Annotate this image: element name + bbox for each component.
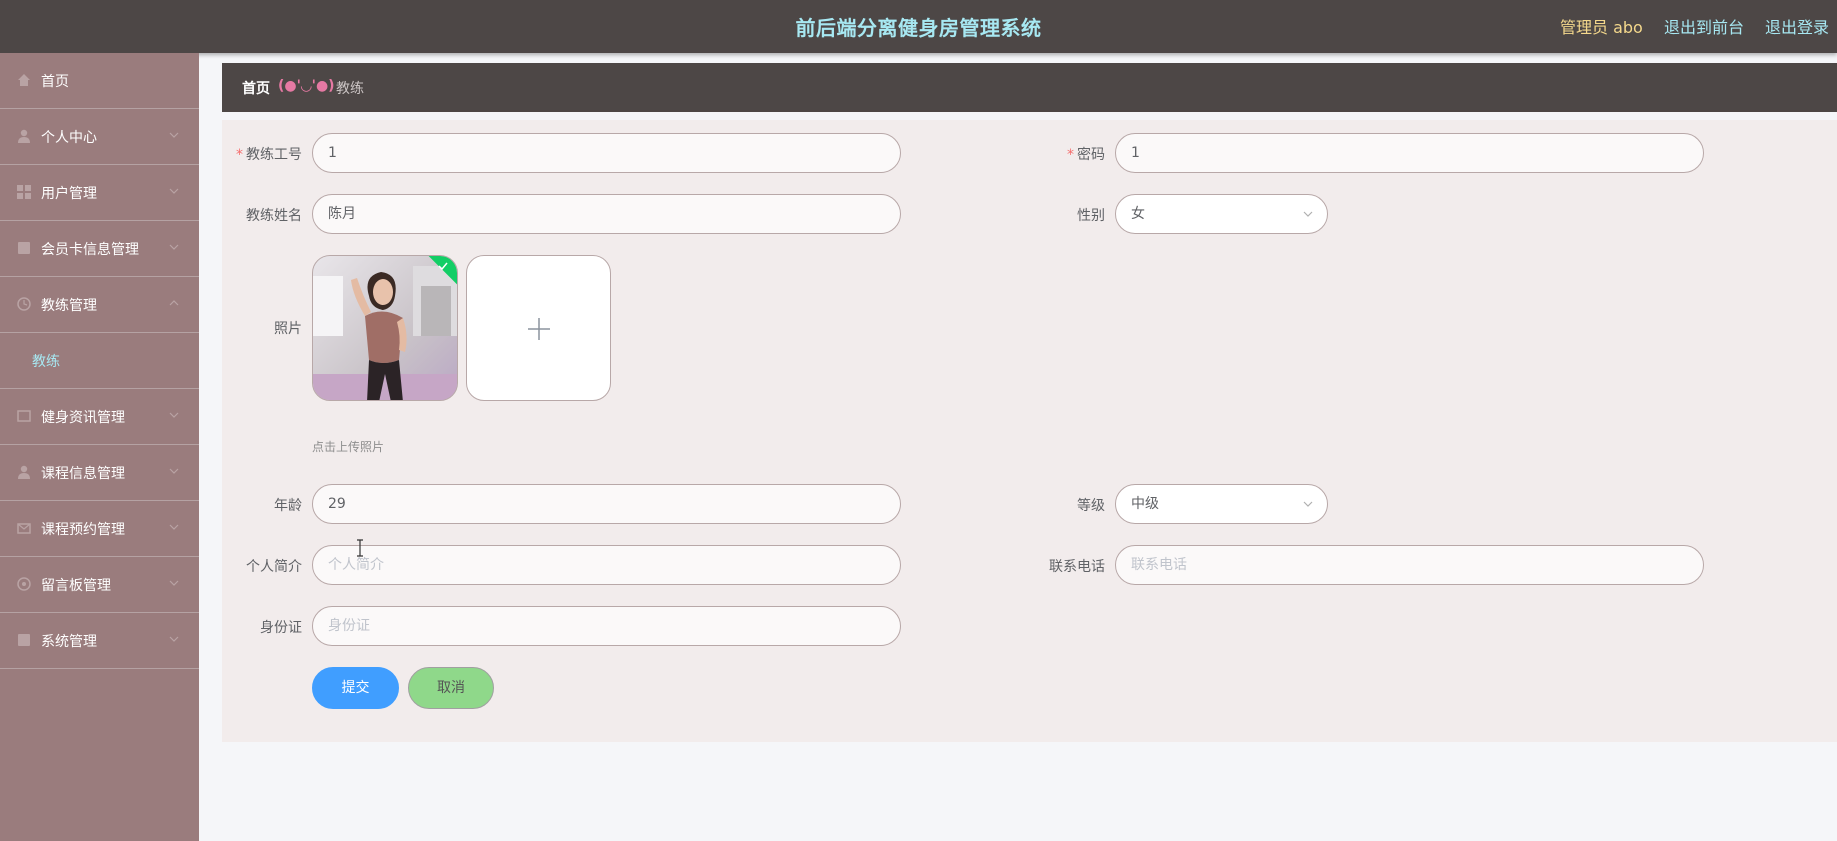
submit-button[interactable]: 提交 [312,667,399,709]
chevron-down-icon [169,244,179,250]
breadcrumb-current: 教练 [336,81,364,97]
password-label: * 密码 [1067,147,1105,163]
breadcrumb: 首页 (●'◡'●) 教练 [222,63,1837,112]
message-icon [17,577,31,591]
age-input[interactable]: 29 [312,484,901,524]
user-icon [18,465,30,479]
chevron-down-icon [1303,211,1313,217]
sidebar-item-message-board[interactable]: 留言板管理 [0,557,199,613]
photo-label: 照片 [274,321,302,337]
news-icon [17,410,31,422]
home-icon [18,74,30,86]
chevron-down-icon [169,468,179,474]
coach-photo-image [313,256,457,400]
coach-id-input[interactable]: 1 [312,133,901,173]
sidebar-subitem-coach[interactable]: 教练 [0,333,199,389]
password-input[interactable]: 1 [1115,133,1704,173]
gender-selected-value: 女 [1131,206,1145,222]
sidebar-item-home[interactable]: 首页 [0,53,199,109]
sidebar-item-label: 教练管理 [41,298,97,314]
sidebar-menu: 首页 个人中心 用户管理 会员卡信息管理 教练管理 教练 健身资讯管理 课程信息… [0,53,199,841]
sidebar-item-system-management[interactable]: 系统管理 [0,613,199,669]
uploaded-photo-thumbnail[interactable] [312,255,458,401]
coach-form: * 教练工号 1 * 密码 1 教练姓名 陈月 性别 女 照片 点击上传照片 年… [222,120,1837,742]
mail-icon [17,523,31,534]
sidebar-item-coach-management[interactable]: 教练管理 [0,277,199,333]
chevron-down-icon [1303,501,1313,507]
sidebar-item-membership-card[interactable]: 会员卡信息管理 [0,221,199,277]
top-header: 前后端分离健身房管理系统 管理员 abo 退出到前台 退出登录 [0,0,1837,53]
coach-name-input[interactable]: 陈月 [312,194,901,234]
sidebar-item-label: 会员卡信息管理 [41,242,139,258]
sidebar-item-label: 系统管理 [41,634,97,650]
sidebar-item-fitness-news[interactable]: 健身资讯管理 [0,389,199,445]
intro-input[interactable]: 个人简介 [312,545,901,585]
id-card-label: 身份证 [260,620,302,636]
sidebar-item-label: 课程信息管理 [41,466,125,482]
chevron-down-icon [169,636,179,642]
exit-to-frontend-link[interactable]: 退出到前台 [1664,14,1744,38]
level-label: 等级 [1077,498,1105,514]
coach-name-label: 教练姓名 [246,208,302,224]
sidebar-item-label: 留言板管理 [41,578,111,594]
clock-icon [17,297,31,311]
chevron-up-icon [169,300,179,306]
intro-label: 个人简介 [246,559,302,575]
sidebar-item-course-booking[interactable]: 课程预约管理 [0,501,199,557]
chevron-down-icon [169,132,179,138]
phone-label: 联系电话 [1049,559,1105,575]
breadcrumb-home[interactable]: 首页 [242,78,270,98]
sidebar-item-user-management[interactable]: 用户管理 [0,165,199,221]
sidebar-item-label: 用户管理 [41,186,97,202]
sidebar-item-label: 首页 [41,74,69,90]
gender-label: 性别 [1077,208,1105,224]
sidebar-item-label: 课程预约管理 [41,522,125,538]
chevron-down-icon [169,188,179,194]
age-label: 年龄 [274,498,302,514]
logout-link[interactable]: 退出登录 [1765,14,1829,38]
sidebar-item-course-info[interactable]: 课程信息管理 [0,445,199,501]
upload-hint-text: 点击上传照片 [312,440,385,454]
breadcrumb-separator: (●'◡'●) [278,78,335,94]
plus-icon [528,318,550,340]
text-cursor-icon [357,539,363,557]
level-selected-value: 中级 [1131,496,1159,512]
coach-id-label: * 教练工号 [236,147,302,163]
gender-select[interactable]: 女 [1115,194,1328,234]
chevron-down-icon [169,524,179,530]
grid-icon [17,185,31,199]
sidebar-item-label: 健身资讯管理 [41,410,125,426]
sidebar-subitem-label: 教练 [32,354,60,370]
sidebar-item-label: 个人中心 [41,130,97,146]
level-select[interactable]: 中级 [1115,484,1328,524]
check-icon [438,262,448,271]
sidebar-item-personal-center[interactable]: 个人中心 [0,109,199,165]
card-icon [18,242,30,254]
cancel-button[interactable]: 取消 [408,667,494,709]
id-card-input[interactable]: 身份证 [312,606,901,646]
chevron-down-icon [169,412,179,418]
chevron-down-icon [169,580,179,586]
user-icon [18,129,30,143]
phone-input[interactable]: 联系电话 [1115,545,1704,585]
admin-username: 管理员 abo [1560,18,1643,37]
photo-upload-button[interactable] [466,255,611,401]
settings-icon [18,634,30,646]
